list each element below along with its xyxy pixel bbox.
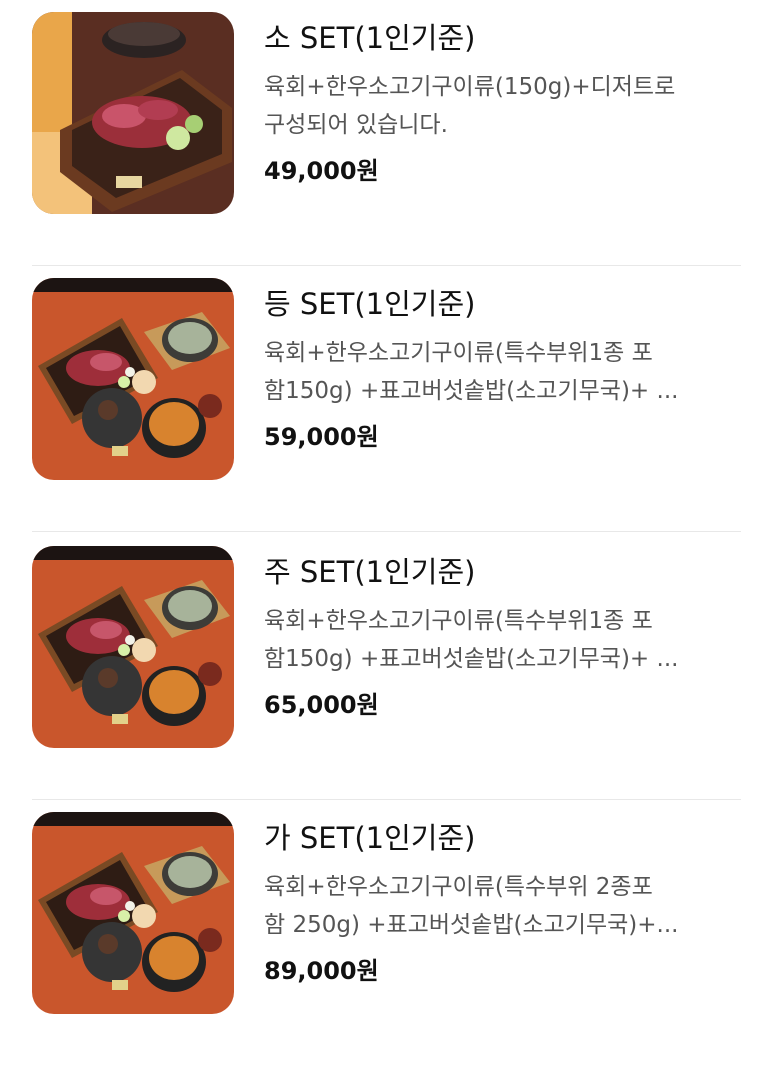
- menu-item-title[interactable]: 가 SET(1인기준): [264, 818, 754, 858]
- menu-item-so-set[interactable]: 소 SET(1인기준) 육회+한우소고기구이류(150g)+디저트로 구성되어 …: [0, 0, 773, 268]
- menu-item-title[interactable]: 소 SET(1인기준): [264, 18, 754, 58]
- menu-item-price: 65,000원: [264, 691, 379, 719]
- menu-item-deung-set[interactable]: 등 SET(1인기준) 육회+한우소고기구이류(특수부위1종 포 함150g) …: [0, 266, 773, 534]
- menu-item-thumbnail[interactable]: [32, 12, 234, 214]
- divider: [32, 531, 741, 532]
- beef-set-meal-photo-icon: [32, 546, 234, 748]
- menu-item-info: 가 SET(1인기준) 육회+한우소고기구이류(특수부위 2종포 함 250g)…: [264, 818, 754, 987]
- menu-item-price: 49,000원: [264, 157, 379, 185]
- menu-item-ga-set[interactable]: 가 SET(1인기준) 육회+한우소고기구이류(특수부위 2종포 함 250g)…: [0, 800, 773, 1068]
- beef-set-meal-photo-icon: [32, 812, 234, 1014]
- menu-item-title[interactable]: 등 SET(1인기준): [264, 284, 754, 324]
- menu-item-price: 89,000원: [264, 957, 379, 985]
- menu-item-description: 육회+한우소고기구이류(150g)+디저트로 구성되어 있습니다.: [264, 74, 676, 138]
- menu-item-ju-set[interactable]: 주 SET(1인기준) 육회+한우소고기구이류(특수부위1종 포 함150g) …: [0, 534, 773, 802]
- menu-item-info: 등 SET(1인기준) 육회+한우소고기구이류(특수부위1종 포 함150g) …: [264, 284, 754, 453]
- menu-list: 소 SET(1인기준) 육회+한우소고기구이류(150g)+디저트로 구성되어 …: [0, 0, 773, 1032]
- menu-item-info: 주 SET(1인기준) 육회+한우소고기구이류(특수부위1종 포 함150g) …: [264, 552, 754, 721]
- beef-set-meal-photo-icon: [32, 278, 234, 480]
- menu-item-description: 육회+한우소고기구이류(특수부위1종 포 함150g) +표고버섯솥밥(소고기무…: [264, 340, 679, 404]
- menu-item-description: 육회+한우소고기구이류(특수부위 2종포 함 250g) +표고버섯솥밥(소고기…: [264, 874, 679, 938]
- menu-item-price: 59,000원: [264, 423, 379, 451]
- menu-item-thumbnail[interactable]: [32, 546, 234, 748]
- menu-item-thumbnail[interactable]: [32, 812, 234, 1014]
- menu-item-description: 육회+한우소고기구이류(특수부위1종 포 함150g) +표고버섯솥밥(소고기무…: [264, 608, 679, 672]
- menu-item-title[interactable]: 주 SET(1인기준): [264, 552, 754, 592]
- beef-platter-photo-icon: [32, 12, 234, 214]
- menu-item-thumbnail[interactable]: [32, 278, 234, 480]
- menu-item-info: 소 SET(1인기준) 육회+한우소고기구이류(150g)+디저트로 구성되어 …: [264, 18, 754, 187]
